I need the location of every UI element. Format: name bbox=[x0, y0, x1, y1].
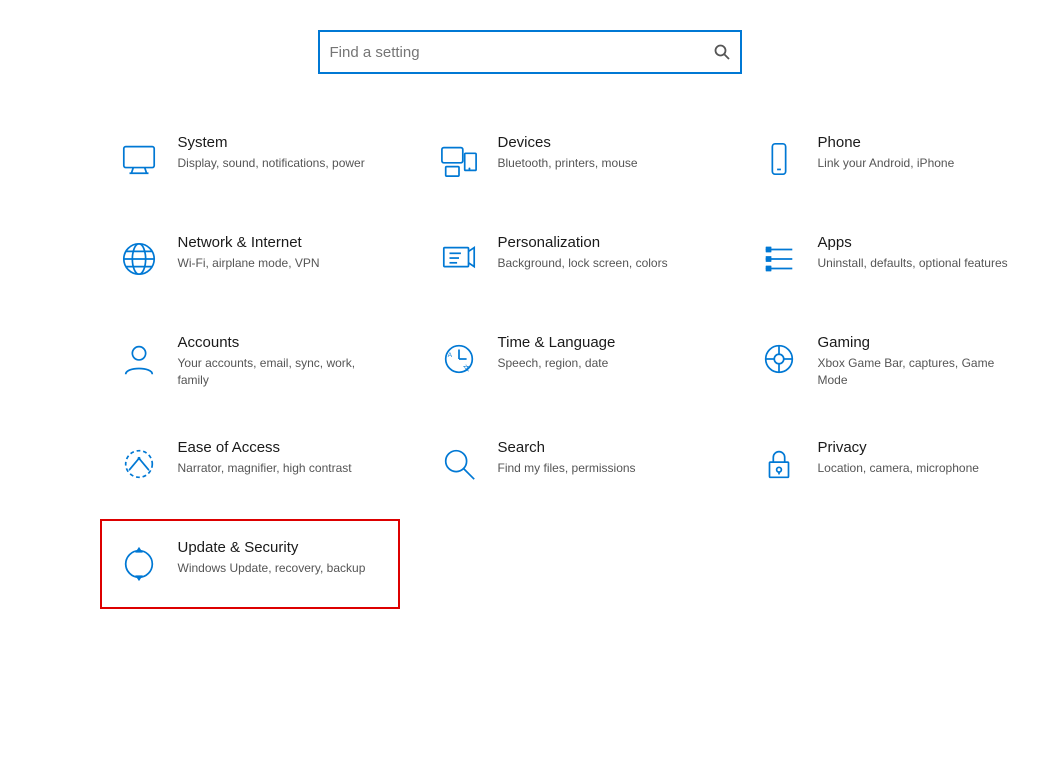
setting-text-network: Network & Internet Wi-Fi, airplane mode,… bbox=[178, 234, 320, 272]
gaming-icon bbox=[754, 334, 804, 384]
settings-grid: System Display, sound, notifications, po… bbox=[40, 114, 1020, 609]
setting-text-privacy: Privacy Location, camera, microphone bbox=[818, 439, 979, 477]
setting-text-devices: Devices Bluetooth, printers, mouse bbox=[498, 134, 638, 172]
setting-item-personalization[interactable]: Personalization Background, lock screen,… bbox=[420, 214, 720, 304]
search-button[interactable] bbox=[714, 44, 730, 60]
svg-text:A: A bbox=[447, 352, 452, 359]
setting-desc-gaming: Xbox Game Bar, captures, Game Mode bbox=[818, 355, 1026, 389]
setting-desc-devices: Bluetooth, printers, mouse bbox=[498, 155, 638, 172]
setting-title-time: Time & Language bbox=[498, 334, 616, 351]
setting-title-ease: Ease of Access bbox=[178, 439, 352, 456]
setting-text-accounts: Accounts Your accounts, email, sync, wor… bbox=[178, 334, 386, 389]
setting-desc-personalization: Background, lock screen, colors bbox=[498, 255, 668, 272]
setting-text-update: Update & Security Windows Update, recove… bbox=[178, 539, 366, 577]
personalization-icon bbox=[434, 234, 484, 284]
ease-icon bbox=[114, 439, 164, 489]
setting-text-phone: Phone Link your Android, iPhone bbox=[818, 134, 955, 172]
setting-desc-privacy: Location, camera, microphone bbox=[818, 460, 979, 477]
setting-desc-time: Speech, region, date bbox=[498, 355, 616, 372]
setting-text-ease: Ease of Access Narrator, magnifier, high… bbox=[178, 439, 352, 477]
setting-desc-phone: Link your Android, iPhone bbox=[818, 155, 955, 172]
setting-title-devices: Devices bbox=[498, 134, 638, 151]
network-icon bbox=[114, 234, 164, 284]
monitor-icon bbox=[114, 134, 164, 184]
update-icon bbox=[114, 539, 164, 589]
search-input[interactable] bbox=[330, 44, 714, 61]
setting-title-gaming: Gaming bbox=[818, 334, 1026, 351]
search-icon bbox=[714, 44, 730, 60]
setting-title-privacy: Privacy bbox=[818, 439, 979, 456]
settings-page: System Display, sound, notifications, po… bbox=[0, 0, 1059, 763]
setting-item-privacy[interactable]: Privacy Location, camera, microphone bbox=[740, 419, 1040, 509]
setting-item-phone[interactable]: Phone Link your Android, iPhone bbox=[740, 114, 1040, 204]
setting-desc-system: Display, sound, notifications, power bbox=[178, 155, 365, 172]
setting-desc-network: Wi-Fi, airplane mode, VPN bbox=[178, 255, 320, 272]
setting-title-search: Search bbox=[498, 439, 636, 456]
setting-desc-ease: Narrator, magnifier, high contrast bbox=[178, 460, 352, 477]
setting-text-time: Time & Language Speech, region, date bbox=[498, 334, 616, 372]
setting-title-accounts: Accounts bbox=[178, 334, 386, 351]
setting-item-devices[interactable]: Devices Bluetooth, printers, mouse bbox=[420, 114, 720, 204]
setting-title-network: Network & Internet bbox=[178, 234, 320, 251]
setting-item-system[interactable]: System Display, sound, notifications, po… bbox=[100, 114, 400, 204]
search-bar bbox=[318, 30, 742, 74]
privacy-icon bbox=[754, 439, 804, 489]
accounts-icon bbox=[114, 334, 164, 384]
setting-item-time[interactable]: A 文 Time & Language Speech, region, date bbox=[420, 314, 720, 409]
setting-item-accounts[interactable]: Accounts Your accounts, email, sync, wor… bbox=[100, 314, 400, 409]
svg-text:文: 文 bbox=[462, 363, 469, 372]
setting-item-apps[interactable]: Apps Uninstall, defaults, optional featu… bbox=[740, 214, 1040, 304]
search-bar-container bbox=[318, 30, 742, 74]
search-settings-icon bbox=[434, 439, 484, 489]
devices-icon bbox=[434, 134, 484, 184]
setting-item-gaming[interactable]: Gaming Xbox Game Bar, captures, Game Mod… bbox=[740, 314, 1040, 409]
setting-title-update: Update & Security bbox=[178, 539, 366, 556]
setting-title-phone: Phone bbox=[818, 134, 955, 151]
setting-desc-search: Find my files, permissions bbox=[498, 460, 636, 477]
setting-item-search[interactable]: Search Find my files, permissions bbox=[420, 419, 720, 509]
setting-desc-apps: Uninstall, defaults, optional features bbox=[818, 255, 1008, 272]
setting-item-update[interactable]: Update & Security Windows Update, recove… bbox=[100, 519, 400, 609]
apps-icon bbox=[754, 234, 804, 284]
setting-item-ease[interactable]: Ease of Access Narrator, magnifier, high… bbox=[100, 419, 400, 509]
setting-title-apps: Apps bbox=[818, 234, 1008, 251]
setting-desc-update: Windows Update, recovery, backup bbox=[178, 560, 366, 577]
setting-item-network[interactable]: Network & Internet Wi-Fi, airplane mode,… bbox=[100, 214, 400, 304]
setting-text-gaming: Gaming Xbox Game Bar, captures, Game Mod… bbox=[818, 334, 1026, 389]
phone-icon bbox=[754, 134, 804, 184]
setting-title-personalization: Personalization bbox=[498, 234, 668, 251]
setting-text-personalization: Personalization Background, lock screen,… bbox=[498, 234, 668, 272]
time-icon: A 文 bbox=[434, 334, 484, 384]
setting-title-system: System bbox=[178, 134, 365, 151]
setting-text-system: System Display, sound, notifications, po… bbox=[178, 134, 365, 172]
setting-text-apps: Apps Uninstall, defaults, optional featu… bbox=[818, 234, 1008, 272]
setting-text-search: Search Find my files, permissions bbox=[498, 439, 636, 477]
setting-desc-accounts: Your accounts, email, sync, work, family bbox=[178, 355, 386, 389]
